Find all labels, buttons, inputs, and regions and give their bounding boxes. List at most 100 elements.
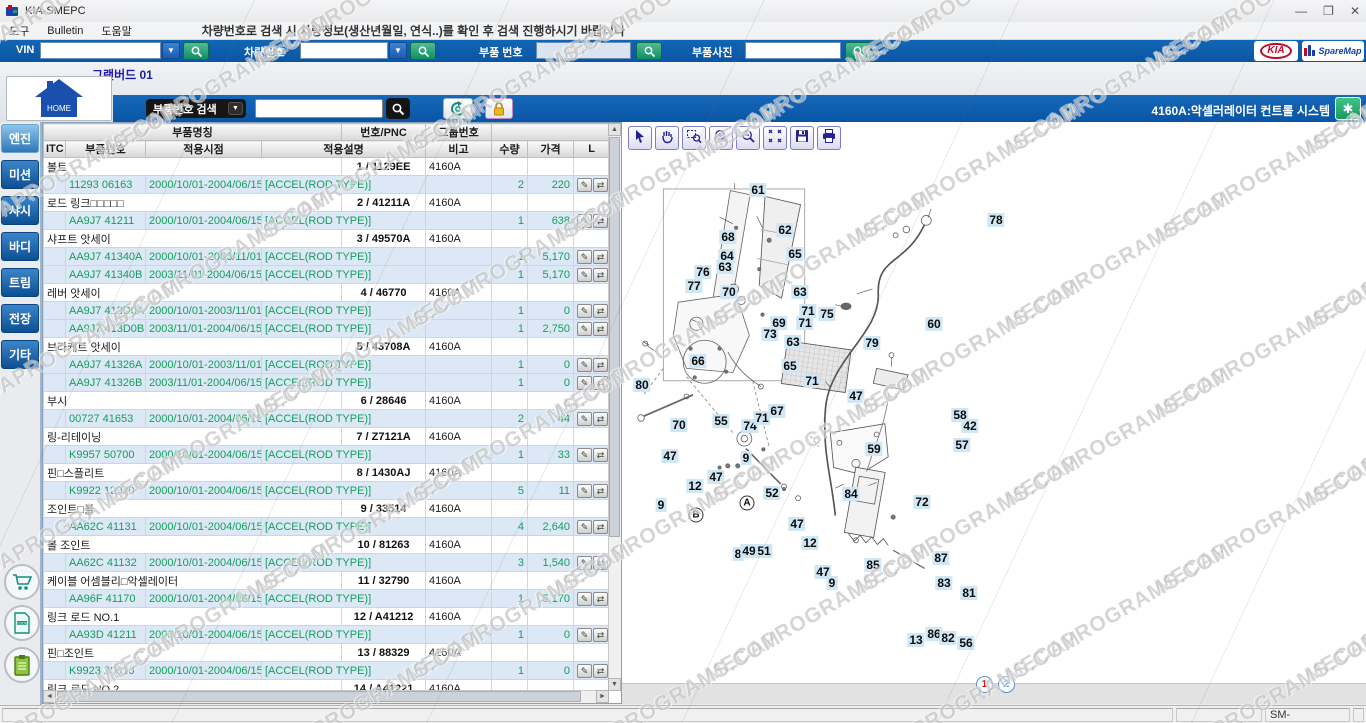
vehicle-no-dropdown-button[interactable]: ▼ (389, 42, 407, 59)
view-part-icon[interactable]: ⇄ (593, 592, 608, 606)
edit-part-icon[interactable]: ✎ (577, 556, 592, 570)
scroll-down-icon[interactable]: ▼ (608, 678, 621, 691)
part-photo-input[interactable] (745, 42, 841, 59)
scrollbar-thumb[interactable] (609, 137, 620, 537)
part-group-row[interactable]: 핀□스플리트8 / 1430AJ4160A (44, 464, 610, 482)
part-photo-search-button[interactable] (845, 42, 871, 60)
view-part-icon[interactable]: ⇄ (593, 268, 608, 282)
part-group-row[interactable]: 볼트1 / 1129EE4160A (44, 158, 610, 176)
part-detail-row[interactable]: AA96F 411702000/10/01-2004/06/15[ACCEL(R… (44, 590, 610, 608)
col-header-l[interactable]: L (574, 141, 609, 158)
part-detail-row[interactable]: K9957 507002000/10/01-2004/06/15[ACCEL(R… (44, 446, 610, 464)
view-part-icon[interactable]: ⇄ (593, 178, 608, 192)
view-part-icon[interactable]: ⇄ (593, 484, 608, 498)
edit-part-icon[interactable]: ✎ (577, 412, 592, 426)
page-1-button[interactable]: 1 (976, 676, 993, 693)
col-header-qty[interactable]: 수량 (492, 141, 528, 158)
part-detail-row[interactable]: K9923 206162000/10/01-2004/06/15[ACCEL(R… (44, 662, 610, 680)
part-number-cell[interactable]: 11293 06163 (66, 176, 146, 194)
home-button[interactable]: HOME (6, 76, 112, 121)
part-detail-row[interactable]: AA9J7 41326A2000/10/01-2003/11/01[ACCEL(… (44, 356, 610, 374)
scroll-up-icon[interactable]: ▲ (608, 123, 621, 136)
part-group-row[interactable]: 레버 앗세이4 / 467704160A (44, 284, 610, 302)
part-number-cell[interactable]: AA9J7 41340A (66, 248, 146, 266)
view-part-icon[interactable]: ⇄ (593, 520, 608, 534)
edit-part-icon[interactable]: ✎ (577, 592, 592, 606)
col-header-part-no[interactable]: 부품번호 (66, 141, 146, 158)
part-no-input[interactable] (536, 42, 631, 59)
sparemap-logo[interactable]: SpareMap (1302, 41, 1364, 61)
part-detail-row[interactable]: AA62C 411322000/10/01-2004/06/15[ACCEL(R… (44, 554, 610, 572)
view-part-icon[interactable]: ⇄ (593, 358, 608, 372)
view-part-icon[interactable]: ⇄ (593, 250, 608, 264)
view-part-icon[interactable]: ⇄ (593, 664, 608, 678)
edit-part-icon[interactable]: ✎ (577, 214, 592, 228)
edit-part-icon[interactable]: ✎ (577, 322, 592, 336)
diagram-expand-button[interactable]: ✱ (1335, 97, 1361, 120)
edit-part-icon[interactable]: ✎ (577, 628, 592, 642)
part-group-row[interactable]: 샤프트 앗세이3 / 49570A4160A (44, 230, 610, 248)
cart-button[interactable] (4, 564, 40, 600)
edit-part-icon[interactable]: ✎ (577, 376, 592, 390)
menu-item-help[interactable]: 도움말 (101, 23, 131, 39)
part-number-cell[interactable]: AA96F 41170 (66, 590, 146, 608)
edit-part-icon[interactable]: ✎ (577, 268, 592, 282)
part-detail-row[interactable]: AA9J7 41340B2003/11/01-2004/06/15[ACCEL(… (44, 266, 610, 284)
edit-part-icon[interactable]: ✎ (577, 250, 592, 264)
vehicle-no-input[interactable] (300, 42, 388, 59)
part-group-row[interactable]: 링-리테이닝7 / Z7121A4160A (44, 428, 610, 446)
part-number-cell[interactable]: AA9J7 41326B (66, 374, 146, 392)
view-part-icon[interactable]: ⇄ (593, 412, 608, 426)
part-group-row[interactable]: 볼 조인트10 / 812634160A (44, 536, 610, 554)
part-number-cell[interactable]: AA9J7 41340B (66, 266, 146, 284)
edit-part-icon[interactable]: ✎ (577, 520, 592, 534)
view-part-icon[interactable]: ⇄ (593, 304, 608, 318)
page-2-button[interactable]: 2 (998, 676, 1015, 693)
view-part-icon[interactable]: ⇄ (593, 628, 608, 642)
col-header-part-name[interactable]: 부품명칭 (44, 124, 342, 141)
edit-part-icon[interactable]: ✎ (577, 304, 592, 318)
part-group-row[interactable]: 부시6 / 286464160A (44, 392, 610, 410)
vin-input[interactable] (40, 42, 161, 59)
vin-search-button[interactable] (183, 42, 209, 60)
part-number-cell[interactable]: AA9J7 41211 (66, 212, 146, 230)
sidebar-item-body[interactable]: 바디 (1, 232, 39, 261)
menu-item-tools[interactable]: 도구 (9, 23, 29, 39)
scroll-left-icon[interactable]: ◄ (43, 690, 56, 703)
view-part-icon[interactable]: ⇄ (593, 448, 608, 462)
minimize-button[interactable]: — (1295, 4, 1307, 18)
part-detail-row[interactable]: AA9J7 413D0B2003/11/01-2004/06/15[ACCEL(… (44, 320, 610, 338)
part-group-row[interactable]: 핀□조인트13 / 883294160A (44, 644, 610, 662)
vehicle-no-search-button[interactable] (410, 42, 436, 60)
part-number-cell[interactable]: AA9J7 41326A (66, 356, 146, 374)
notepad-button[interactable] (4, 647, 40, 683)
menu-item-bulletin[interactable]: Bulletin (47, 25, 83, 37)
edit-part-icon[interactable]: ✎ (577, 358, 592, 372)
part-no-search-button[interactable] (636, 42, 662, 60)
close-button[interactable]: ✕ (1350, 4, 1360, 18)
view-part-icon[interactable]: ⇄ (593, 214, 608, 228)
view-part-icon[interactable]: ⇄ (593, 322, 608, 336)
col-header-remark[interactable]: 비고 (426, 141, 492, 158)
part-group-row[interactable]: 링크 로드 NO.112 / A412124160A (44, 608, 610, 626)
scroll-right-icon[interactable]: ► (596, 690, 609, 703)
edit-part-icon[interactable]: ✎ (577, 178, 592, 192)
sidebar-item-chassis[interactable]: 샤시 (1, 196, 39, 225)
sidebar-item-engine[interactable]: 엔진 (1, 124, 39, 153)
part-number-cell[interactable]: AA9J7 413D0A (66, 302, 146, 320)
part-number-cell[interactable]: AA62C 41131 (66, 518, 146, 536)
scrollbar-thumb[interactable] (57, 691, 581, 702)
vin-dropdown-button[interactable]: ▼ (162, 42, 180, 59)
part-number-cell[interactable]: K9923 20616 (66, 662, 146, 680)
col-header-price[interactable]: 가격 (528, 141, 574, 158)
col-header-description[interactable]: 적용설명 (262, 141, 426, 158)
part-search-input[interactable] (255, 99, 383, 118)
maximize-button[interactable]: ❐ (1323, 4, 1334, 18)
part-group-row[interactable]: 브라케트 앗세이5 / 43708A4160A (44, 338, 610, 356)
part-number-cell[interactable]: 00727 41653 (66, 410, 146, 428)
part-detail-row[interactable]: 11293 061632000/10/01-2004/06/15[ACCEL(R… (44, 176, 610, 194)
part-search-type-dropdown[interactable]: 부품번호 검색 ▼ (146, 99, 246, 118)
view-part-icon[interactable]: ⇄ (593, 376, 608, 390)
part-detail-row[interactable]: AA9J7 413D0A2000/10/01-2003/11/01[ACCEL(… (44, 302, 610, 320)
part-detail-row[interactable]: AA93D 412112000/10/01-2004/06/15[ACCEL(R… (44, 626, 610, 644)
